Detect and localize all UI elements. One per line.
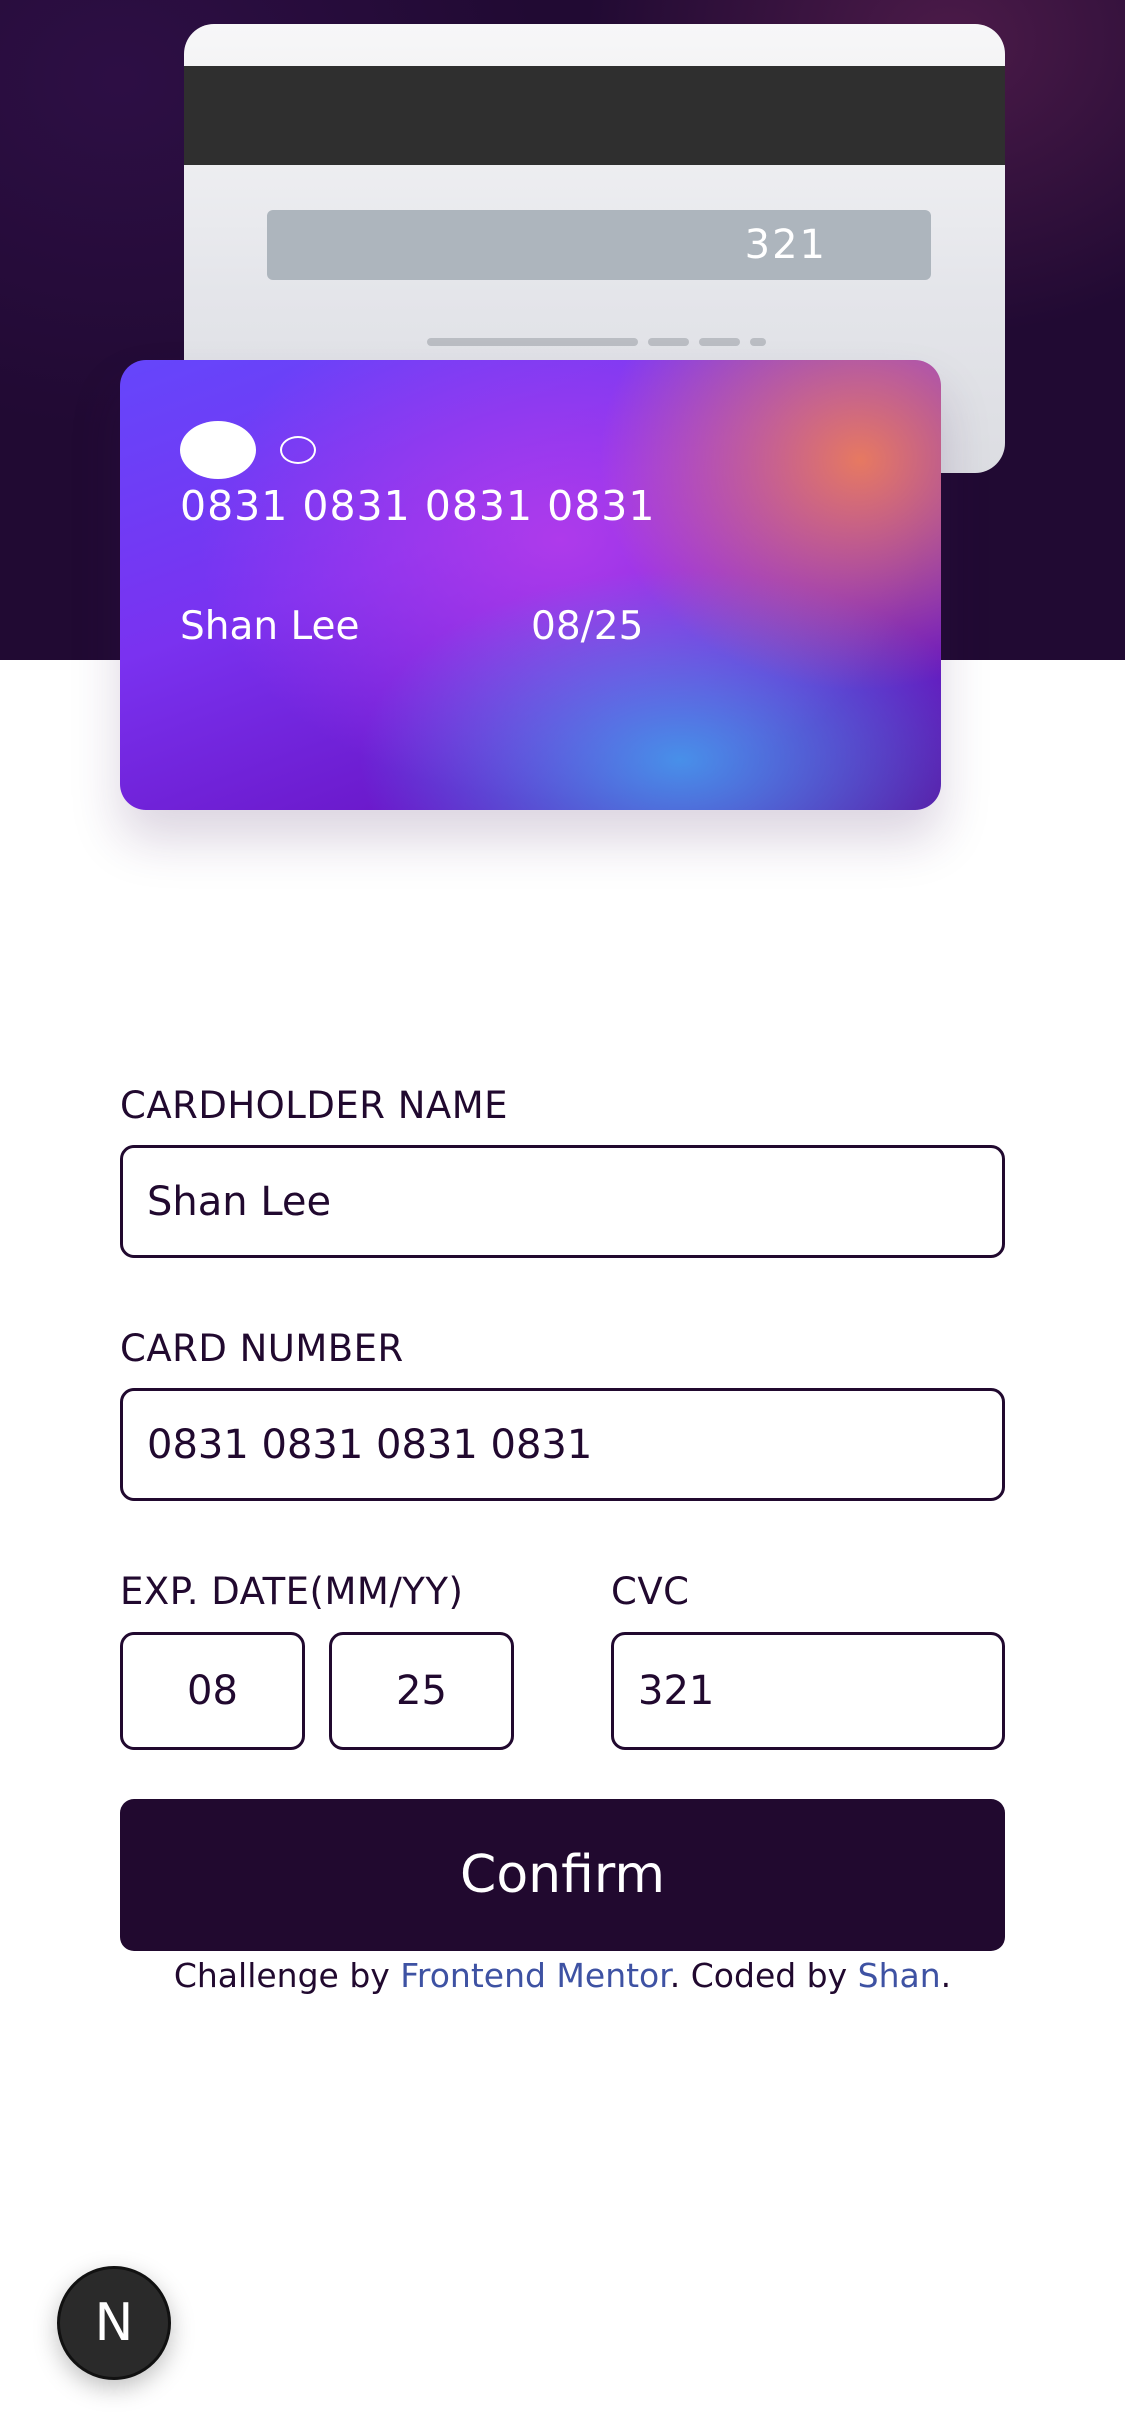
attribution-prefix: Challenge by xyxy=(173,1956,401,1995)
card-number-label: CARD NUMBER xyxy=(120,1327,404,1370)
back-decoration-line xyxy=(750,338,766,346)
nextjs-dev-badge-icon[interactable]: N xyxy=(57,2266,171,2380)
card-logo-outline-circle xyxy=(280,436,316,464)
attribution-middle: . Coded by xyxy=(669,1956,858,1995)
cvc-input[interactable] xyxy=(611,1632,1005,1750)
signature-strip: 321 xyxy=(267,210,931,280)
frontend-mentor-link[interactable]: Frontend Mentor xyxy=(400,1956,669,1995)
card-front-expiry: 08/25 xyxy=(531,604,644,649)
expiry-date-label: EXP. DATE(MM/YY) xyxy=(120,1570,464,1613)
card-front-name: Shan Lee xyxy=(180,604,360,649)
cvc-label: CVC xyxy=(611,1570,690,1613)
card-number-input[interactable] xyxy=(120,1388,1005,1501)
cardholder-name-label: CARDHOLDER NAME xyxy=(120,1084,509,1127)
magnetic-stripe xyxy=(184,66,1005,165)
author-link[interactable]: Shan xyxy=(858,1956,941,1995)
card-back-cvc: 321 xyxy=(744,222,827,268)
cardholder-name-input[interactable] xyxy=(120,1145,1005,1258)
attribution-suffix: . xyxy=(940,1956,952,1995)
card-front-number: 0831 0831 0831 0831 xyxy=(180,482,656,530)
expiry-year-input[interactable] xyxy=(329,1632,514,1750)
back-decoration-line xyxy=(648,338,689,346)
card-logo-filled-circle xyxy=(180,421,256,479)
attribution: Challenge by Frontend Mentor. Coded by S… xyxy=(0,1956,1125,1995)
card-front: 0831 0831 0831 0831 Shan Lee 08/25 xyxy=(120,360,941,810)
confirm-button[interactable]: Confirm xyxy=(120,1799,1005,1951)
badge-letter: N xyxy=(94,2293,134,2353)
page: 321 0831 0831 0831 0831 Shan Lee 08/25 C… xyxy=(0,0,1125,2436)
expiry-month-input[interactable] xyxy=(120,1632,305,1750)
back-decoration-line xyxy=(699,338,740,346)
back-decoration-line xyxy=(427,338,638,346)
